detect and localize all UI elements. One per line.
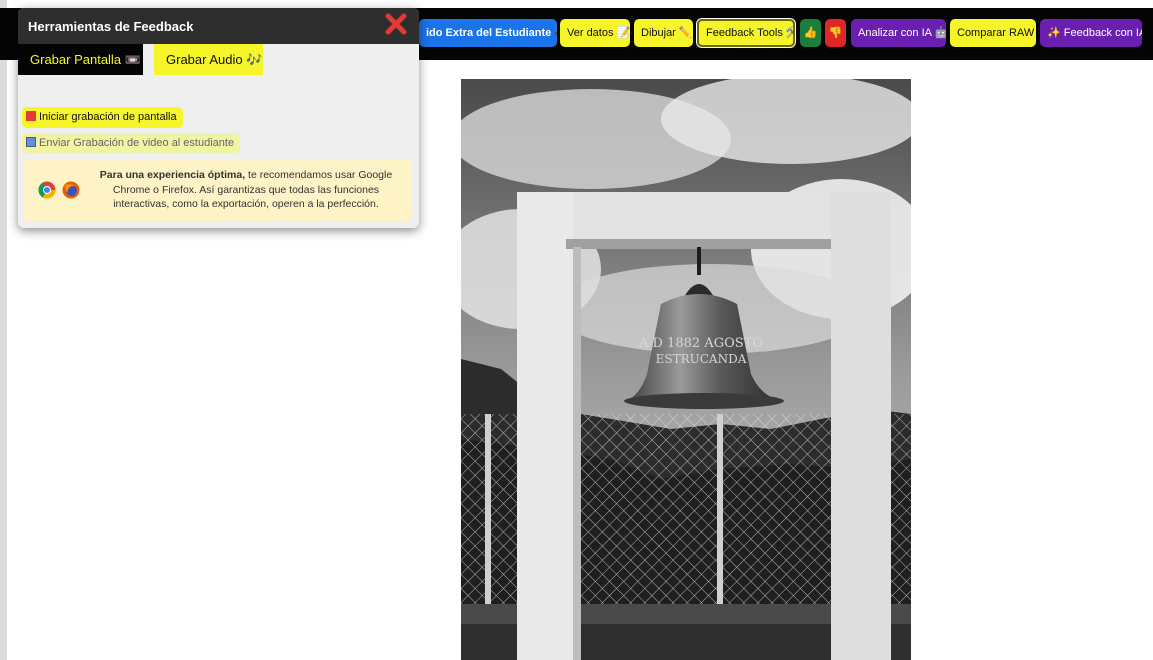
chrome-icon [38,181,56,199]
analizar-ia-button[interactable]: Analizar con IA 🤖 [851,19,946,47]
bell-photo-illustration: A D 1882 AGOSTO ESTRUCANDA [461,79,911,660]
send-recording-button[interactable]: Enviar Grabación de video al estudiante [22,133,241,154]
tab-grabar-audio[interactable]: Grabar Audio 🎶 [154,44,263,75]
start-screen-recording-button[interactable]: Iniciar grabación de pantalla [22,107,183,128]
feedback-ia-button[interactable]: ✨ Feedback con IA [1040,19,1142,47]
notice-bold: Para una experiencia óptima, [99,169,246,181]
panel-header: Herramientas de Feedback [18,8,419,44]
stop-square-icon [26,111,36,121]
svg-text:A D 1882 AGOSTO: A D 1882 AGOSTO [638,336,763,351]
extra-content-button[interactable]: ido Extra del Estudiante 📹 [419,19,557,47]
thumbs-up-button[interactable]: 👍 [800,19,821,47]
browser-notice: Para una experiencia óptima, te recomend… [24,159,412,221]
left-edge-strip [0,0,7,660]
feedback-tools-button[interactable]: Feedback Tools 🛠️ [696,18,796,48]
send-recording-label: Enviar Grabación de video al estudiante [39,137,235,149]
student-photo: A D 1882 AGOSTO ESTRUCANDA [461,79,911,660]
panel-title: Herramientas de Feedback [28,19,194,34]
svg-text:ESTRUCANDA: ESTRUCANDA [656,352,747,366]
feedback-tools-panel: Herramientas de Feedback Grabar Pantalla… [18,8,419,228]
thumbs-down-button[interactable]: 👎 [825,19,846,47]
tab-grabar-pantalla[interactable]: Grabar Pantalla 📼 [18,44,143,75]
close-icon[interactable] [384,12,408,36]
ver-datos-button[interactable]: Ver datos 📝 [560,19,630,47]
comparar-raw-button[interactable]: Comparar RAW [950,19,1036,47]
dibujar-button[interactable]: Dibujar ✏️ [634,19,693,47]
floppy-disk-icon [26,137,36,147]
notice-text: Para una experiencia óptima, te recomend… [86,168,406,212]
start-recording-label: Iniciar grabación de pantalla [39,111,177,123]
firefox-icon [62,181,80,199]
